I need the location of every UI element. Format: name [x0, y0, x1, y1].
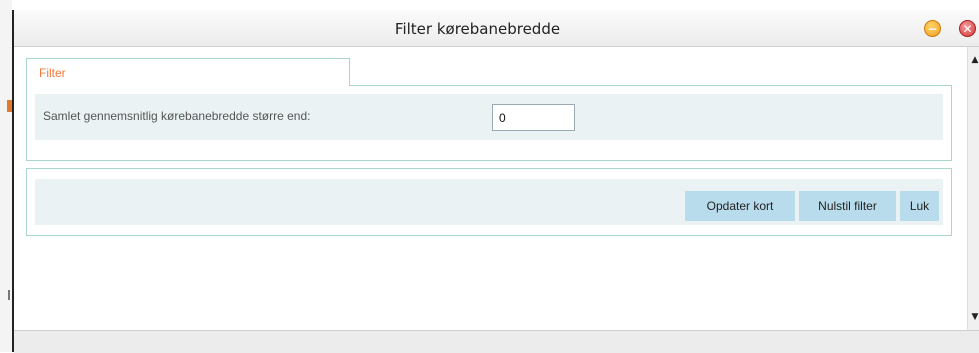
- close-icon[interactable]: ✕: [959, 20, 976, 37]
- close-button[interactable]: Luk: [900, 191, 939, 221]
- reset-filter-button[interactable]: Nulstil filter: [799, 191, 896, 221]
- action-bar: Opdater kort Nulstil filter Luk: [35, 179, 943, 225]
- tab-filter[interactable]: Filter: [26, 58, 350, 86]
- scroll-down-icon[interactable]: ▼: [968, 310, 979, 324]
- filter-panel: Samlet gennemsnitlig kørebanebredde stør…: [26, 85, 952, 161]
- window-title: Filter kørebanebredde: [394, 20, 561, 38]
- filter-label: Samlet gennemsnitlig kørebanebredde stør…: [43, 109, 311, 123]
- update-map-button[interactable]: Opdater kort: [685, 191, 795, 221]
- scroll-up-icon[interactable]: ▲: [968, 53, 979, 67]
- background-page-edge: [0, 0, 12, 352]
- minimize-icon[interactable]: −: [924, 20, 941, 37]
- tab-filter-label: Filter: [39, 66, 66, 80]
- background-marker-2: [8, 290, 10, 300]
- status-bar: [14, 330, 979, 353]
- action-panel: Opdater kort Nulstil filter Luk: [26, 168, 952, 236]
- width-threshold-input[interactable]: [492, 104, 575, 131]
- filter-row: Samlet gennemsnitlig kørebanebredde stør…: [35, 94, 943, 140]
- dialog-content: Filter Samlet gennemsnitlig kørebanebred…: [14, 47, 961, 330]
- filter-dialog: Filter kørebanebredde − ✕ Filter Samlet …: [12, 10, 979, 353]
- vertical-scrollbar[interactable]: ▲ ▼: [967, 47, 979, 330]
- title-bar[interactable]: Filter kørebanebredde − ✕: [14, 10, 979, 47]
